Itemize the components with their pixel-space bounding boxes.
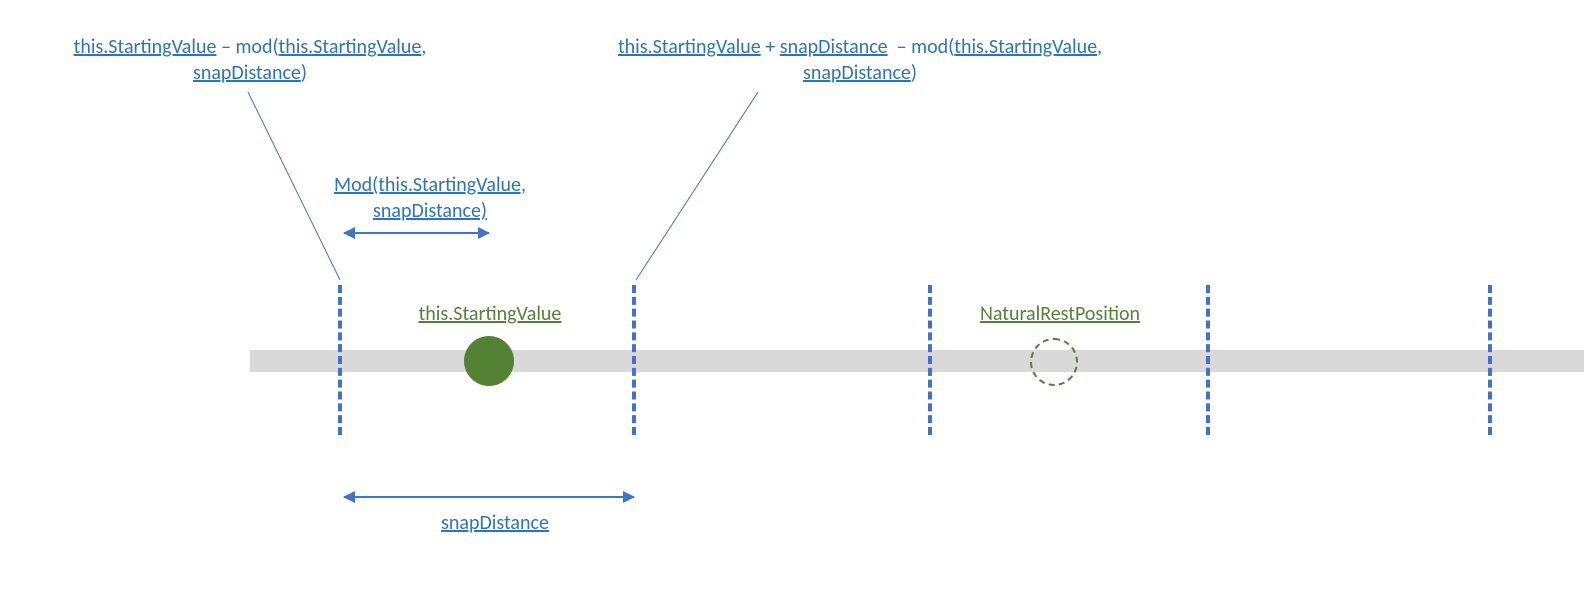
natural-rest-position-dot xyxy=(1030,338,1078,386)
mod-dimension-text: Mod(this.StartingValue, snapDistance) xyxy=(334,173,526,223)
right-callout-label: this.StartingValue + snapDistance – mod(… xyxy=(610,34,1110,86)
snap-distance-arrow xyxy=(344,496,634,498)
natural-rest-position-label: NaturalRestPosition xyxy=(950,302,1170,326)
snap-tick-3 xyxy=(928,285,932,435)
snap-tick-5 xyxy=(1488,285,1492,435)
snap-distance-text: snapDistance xyxy=(441,511,549,535)
snap-distance-label: snapDistance xyxy=(420,510,570,536)
right-callout-line xyxy=(636,92,758,280)
left-callout-text: this.StartingValue – mod(this.StartingVa… xyxy=(74,35,427,85)
snap-tick-1 xyxy=(338,285,342,435)
snap-tick-2 xyxy=(632,285,636,435)
mod-dimension-arrow xyxy=(344,232,489,234)
right-callout-text: this.StartingValue + snapDistance – mod(… xyxy=(618,35,1102,85)
starting-value-dot xyxy=(464,336,514,386)
diagram-stage: this.StartingValue NaturalRestPosition M… xyxy=(0,0,1584,597)
mod-dimension-label: Mod(this.StartingValue, snapDistance) xyxy=(300,172,560,224)
left-callout-label: this.StartingValue – mod(this.StartingVa… xyxy=(30,34,470,86)
starting-value-label: this.StartingValue xyxy=(400,302,580,326)
number-line-track xyxy=(250,350,1584,372)
callout-lines xyxy=(0,0,1584,597)
snap-tick-4 xyxy=(1206,285,1210,435)
